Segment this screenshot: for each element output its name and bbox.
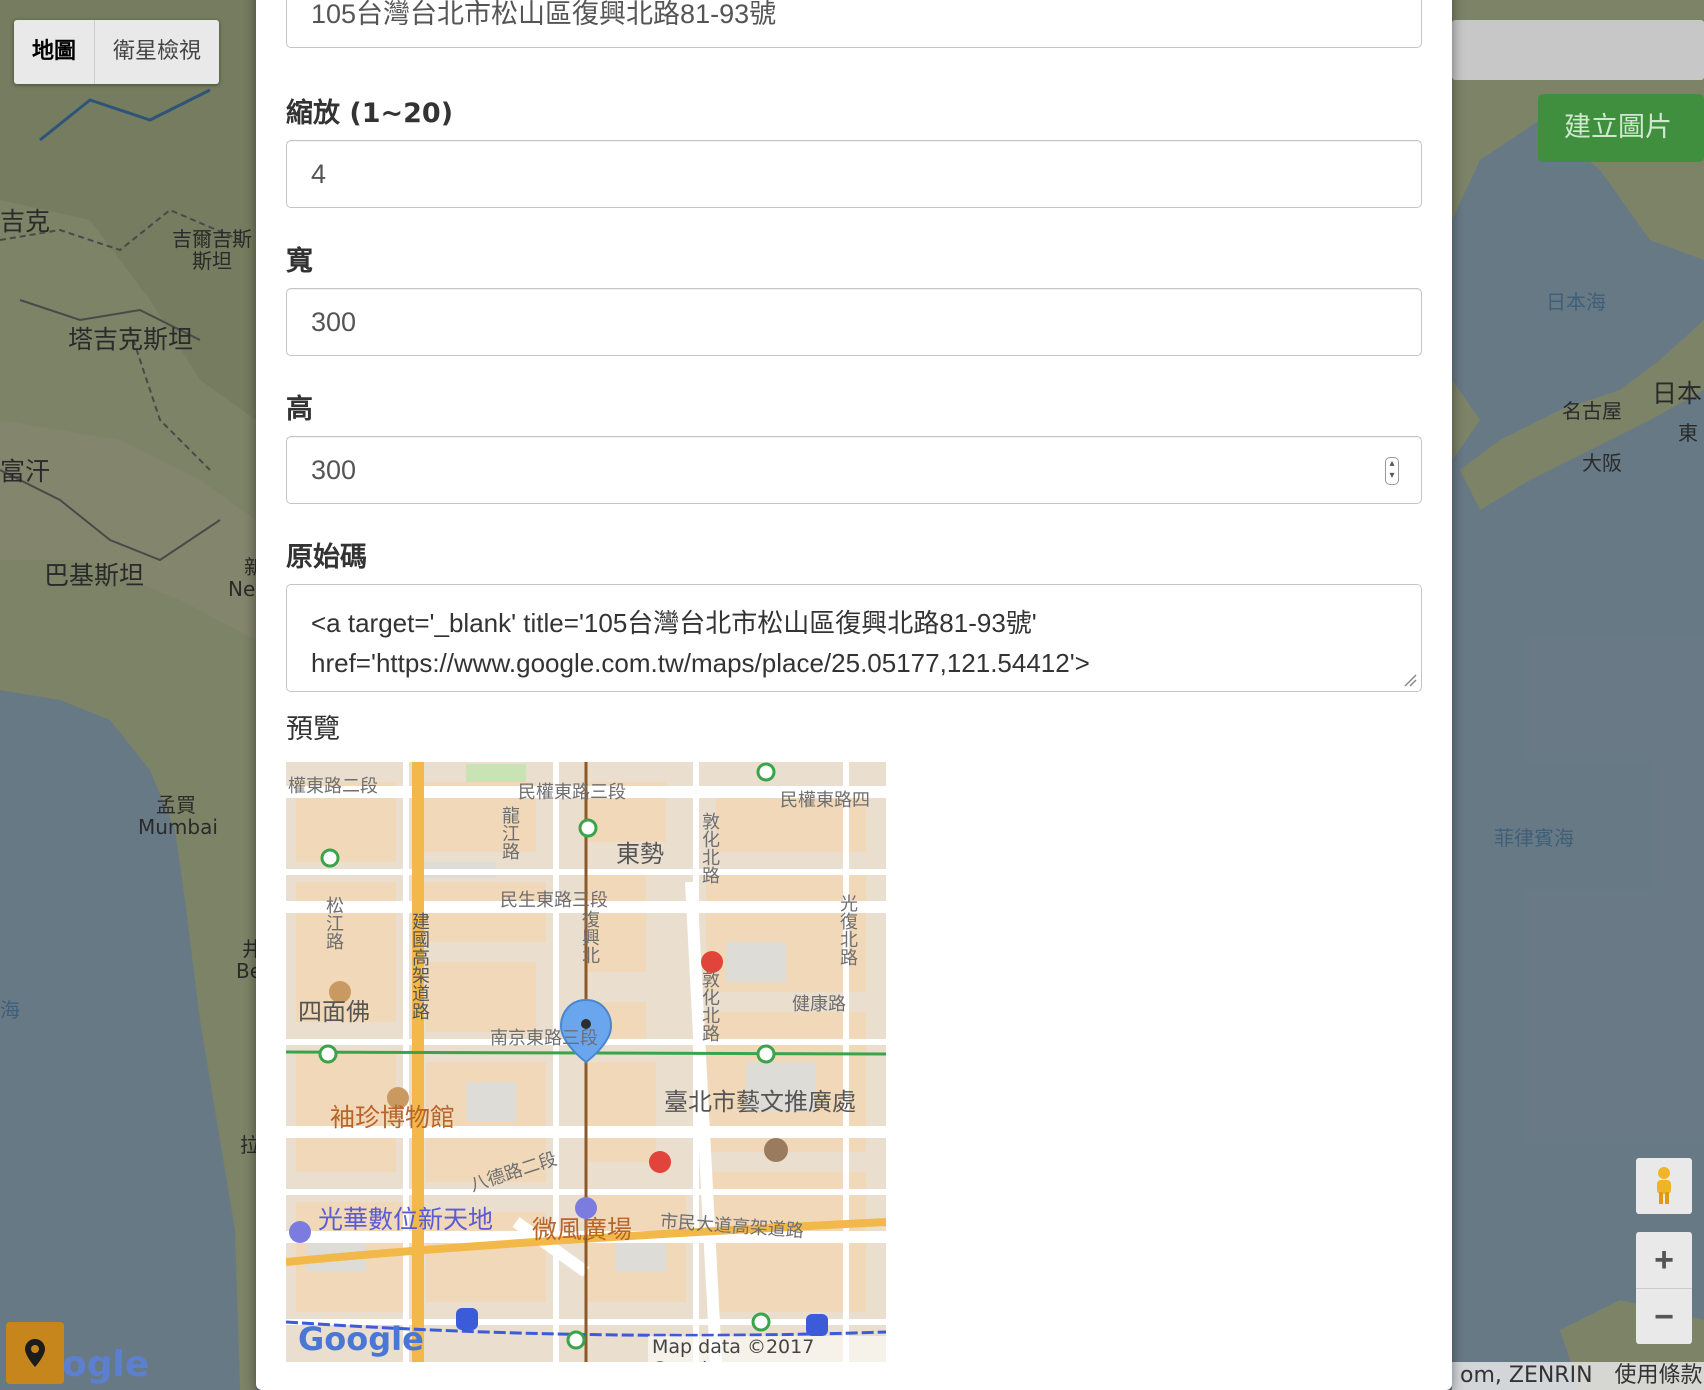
google-logo: ogle: [62, 1344, 150, 1385]
street-view-pegman[interactable]: [1636, 1158, 1692, 1214]
source-line: href='https://www.google.com.tw/maps/pla…: [311, 648, 1090, 678]
poi-label: 臺北市藝文推廣處: [664, 1088, 856, 1116]
zoom-label: 縮放 (1~20): [286, 98, 454, 129]
preview-map-data: Map data ©2017 Google: [648, 1336, 886, 1362]
map-type-map-button[interactable]: 地圖: [14, 20, 96, 84]
pegman-icon: [1657, 1167, 1671, 1204]
map-label: 名古屋: [1562, 399, 1622, 423]
map-label: 塔吉克斯坦: [68, 325, 194, 354]
preview-map-image[interactable]: 權東路二段 民權東路三段 民權東路四 龍江路 東勢 敦化北路 民生東路三段 復興…: [286, 762, 886, 1362]
map-type-control: 地圖 衛星檢視: [14, 20, 220, 84]
source-code-textarea[interactable]: <a target='_blank' title='105台灣台北市松山區復興北…: [286, 584, 1422, 692]
street-label: 龍江路: [499, 806, 520, 860]
street-label: 民權東路三段: [518, 782, 626, 803]
map-label: Ne: [228, 577, 256, 601]
map-label: 菲律賓海: [1494, 826, 1574, 850]
preview-label: 預覽: [286, 714, 340, 745]
source-line: <img src='https://maps.googleapis.com/ma…: [311, 683, 1397, 691]
zoom-control: + −: [1636, 1232, 1692, 1344]
poi-label: 光華數位新天地: [318, 1205, 494, 1234]
map-label: 日本海: [1546, 290, 1606, 314]
attribution-text: om, ZENRIN: [1460, 1363, 1593, 1388]
create-image-button[interactable]: 建立圖片: [1538, 94, 1704, 162]
map-label: 富汗: [0, 457, 51, 486]
preview-google-logo: Google: [298, 1320, 424, 1358]
poi-label: 微風廣場: [532, 1215, 633, 1244]
map-label: 大阪: [1582, 451, 1622, 475]
street-label: 民生東路三段: [500, 890, 608, 911]
height-field[interactable]: 300 ▴ ▾: [286, 436, 1422, 504]
map-label: 吉克: [0, 207, 51, 236]
zoom-in-button[interactable]: +: [1636, 1232, 1692, 1288]
street-label: 健康路: [792, 994, 846, 1015]
map-pin-icon: [25, 1339, 45, 1367]
terms-link[interactable]: 使用條款: [1615, 1362, 1703, 1390]
street-label: 復興北: [579, 910, 600, 964]
source-code-label: 原始碼: [286, 542, 367, 573]
street-label: 敦化北路: [699, 970, 720, 1042]
resize-handle-icon[interactable]: [1403, 673, 1417, 687]
source-line: <a target='_blank' title='105台灣台北市松山區復興北…: [311, 608, 1037, 638]
street-label: 松江路: [323, 896, 344, 950]
poi-label: 袖珍博物館: [330, 1103, 456, 1132]
address-field[interactable]: 105台灣台北市松山區復興北路81-93號: [286, 0, 1422, 48]
map-label: 巴基斯坦: [44, 561, 145, 590]
search-input[interactable]: [1452, 20, 1704, 80]
street-label: 南京東路三段: [490, 1028, 598, 1049]
image-builder-modal: 105台灣台北市松山區復興北路81-93號 縮放 (1~20) 4 寬 300 …: [256, 0, 1452, 1390]
poi-label: 四面佛: [298, 998, 370, 1026]
zoom-out-button[interactable]: −: [1636, 1288, 1692, 1344]
zoom-field[interactable]: 4: [286, 140, 1422, 208]
height-stepper[interactable]: ▴ ▾: [1385, 457, 1399, 485]
street-label: 權東路二段: [288, 776, 378, 797]
location-button[interactable]: [6, 1322, 64, 1384]
map-label: 東: [1678, 421, 1698, 445]
height-label: 高: [286, 394, 313, 425]
map-label: 日本: [1652, 379, 1703, 408]
map-label: 孟買: [156, 793, 196, 817]
width-field[interactable]: 300: [286, 288, 1422, 356]
map-attribution: om, ZENRIN 使用條款: [1452, 1362, 1704, 1390]
map-type-satellite-button[interactable]: 衛星檢視: [95, 20, 219, 84]
area-label: 東勢: [616, 840, 664, 868]
street-label: 敦化北路: [699, 812, 720, 884]
street-label: 光復北路: [837, 894, 858, 966]
width-label: 寬: [286, 246, 313, 277]
preview-map-drawing: [286, 762, 886, 1362]
map-label: 吉爾吉斯 斯坦: [172, 227, 252, 273]
height-value: 300: [311, 455, 357, 485]
map-label: Mumbai: [138, 815, 218, 839]
street-label: 建國高架道路: [409, 912, 430, 1020]
street-label: 民權東路四: [780, 790, 870, 811]
map-label: 海: [0, 998, 20, 1022]
